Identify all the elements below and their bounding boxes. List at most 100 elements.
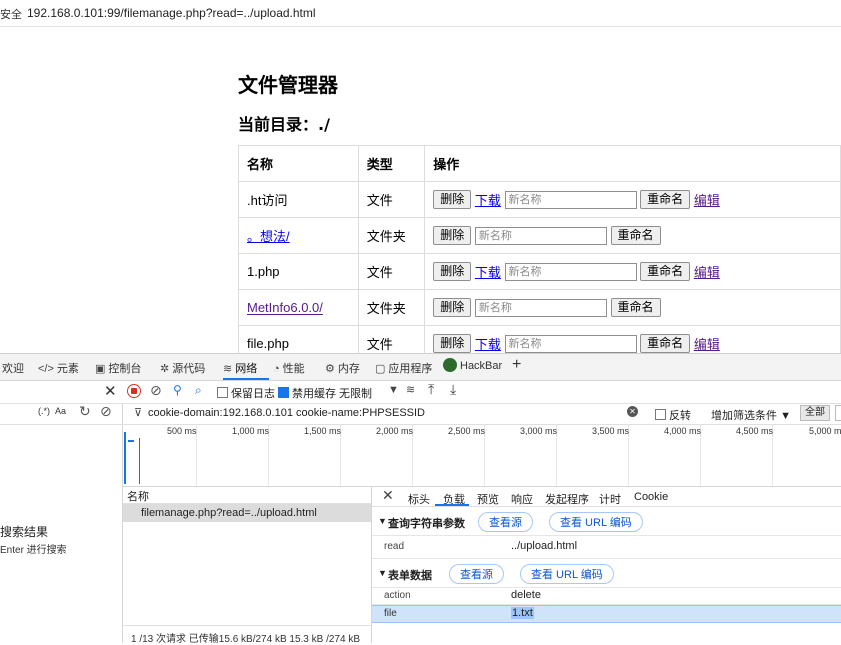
- clear-filter-icon[interactable]: ✕: [627, 406, 638, 417]
- tab-network[interactable]: ≋ 网络: [223, 360, 257, 376]
- address-bar[interactable]: 安全 192.168.0.101:99/filemanage.php?read=…: [0, 0, 841, 27]
- tab-sources[interactable]: ✲ 源代码: [160, 360, 205, 376]
- folder-link[interactable]: MetInfo6.0.0/: [247, 301, 323, 316]
- rename-button[interactable]: 重命名: [610, 298, 661, 317]
- folder-link[interactable]: 。想法/: [247, 229, 290, 244]
- download-link[interactable]: 下载: [475, 193, 501, 208]
- filter-icon[interactable]: ⚲: [173, 383, 182, 397]
- search-panel: (.*) Aa ↻ ⊘ 搜索结果 Enter 进行搜索: [0, 403, 123, 643]
- view-source-button[interactable]: 查看源: [449, 564, 504, 584]
- edit-link[interactable]: 编辑: [694, 193, 720, 208]
- disable-cache-checkbox[interactable]: 禁用缓存: [278, 385, 336, 401]
- detail-tab-timing[interactable]: 计时: [599, 491, 621, 507]
- request-name[interactable]: filemanage.php?read=../upload.html: [141, 507, 317, 519]
- bug-icon: ✲: [160, 363, 170, 375]
- rename-input[interactable]: 新名称: [504, 262, 637, 281]
- view-url-encoded-button[interactable]: 查看 URL 编码: [549, 512, 643, 532]
- timeline-label: 4,500 ms: [736, 426, 774, 436]
- devtools-panel: 欢迎 </> 元素 ▣ 控制台 ✲ 源代码 ≋ 网络 ◔ 性能 ⚙ 内存 ▢ 应用程序 Hac…: [0, 353, 841, 645]
- view-source-button[interactable]: 查看源: [478, 512, 533, 532]
- detail-tab-response[interactable]: 响应: [511, 491, 533, 507]
- gauge-icon: ◔: [273, 363, 280, 375]
- detail-tab-headers[interactable]: 标头: [408, 491, 430, 507]
- column-header-name: 名称: [238, 145, 359, 182]
- rename-button[interactable]: 重命名: [640, 334, 691, 353]
- chevron-down-icon[interactable]: ▼: [388, 384, 399, 396]
- invert-checkbox[interactable]: 反转: [655, 407, 691, 423]
- page-title: 文件管理器: [238, 73, 338, 97]
- collapse-icon[interactable]: ▼: [378, 568, 387, 578]
- timeline-label: 3,000 ms: [520, 426, 558, 436]
- table-row: .ht访问 文件 删除 下载 新名称 重命名 编辑: [238, 181, 841, 218]
- memory-icon: ⚙: [325, 363, 335, 375]
- delete-button[interactable]: 删除: [433, 190, 472, 209]
- delete-button[interactable]: 删除: [433, 226, 472, 245]
- url-text[interactable]: 192.168.0.101:99/filemanage.php?read=../…: [27, 6, 316, 20]
- tab-elements[interactable]: </> 元素: [38, 360, 79, 376]
- current-directory: 当前目录：./: [238, 115, 330, 134]
- file-type: 文件: [357, 325, 426, 353]
- tab-label: 内存: [337, 363, 360, 375]
- delete-button[interactable]: 删除: [433, 262, 472, 281]
- rename-input[interactable]: 新名称: [474, 298, 607, 317]
- rename-button[interactable]: 重命名: [640, 190, 691, 209]
- form-param-row-selected[interactable]: file 1.txt: [372, 605, 841, 623]
- devtools-tab-bar: 欢迎 </> 元素 ▣ 控制台 ✲ 源代码 ≋ 网络 ◔ 性能 ⚙ 内存 ▢ 应用程序 Hac…: [0, 354, 841, 381]
- view-url-encoded-button[interactable]: 查看 URL 编码: [520, 564, 614, 584]
- edit-link[interactable]: 编辑: [694, 337, 720, 352]
- filter-type-button[interactable]: [835, 405, 841, 421]
- detail-tab-cookie[interactable]: Cookie: [634, 491, 668, 503]
- add-tab-icon[interactable]: +: [512, 356, 521, 374]
- clear-icon[interactable]: ⊘: [150, 382, 162, 399]
- rename-input[interactable]: 新名称: [504, 334, 637, 353]
- rename-input[interactable]: 新名称: [504, 190, 637, 209]
- clear-search-icon[interactable]: ⊘: [100, 403, 112, 420]
- rename-button[interactable]: 重命名: [640, 262, 691, 281]
- detail-tab-initiator[interactable]: 发起程序: [545, 491, 589, 507]
- close-detail-icon[interactable]: ✕: [382, 487, 394, 504]
- request-row[interactable]: filemanage.php?read=../upload.html: [123, 504, 371, 522]
- all-filter-button[interactable]: 全部: [800, 405, 830, 421]
- edit-link[interactable]: 编辑: [694, 265, 720, 280]
- security-indicator[interactable]: 安全: [0, 6, 22, 22]
- file-type: 文件夹: [357, 217, 426, 254]
- upload-icon[interactable]: ⤒: [428, 381, 434, 398]
- preserve-log-checkbox[interactable]: 保留日志: [217, 385, 275, 401]
- filter-funnel-icon: ⊽: [134, 407, 143, 419]
- param-value[interactable]: 1.txt: [511, 607, 534, 619]
- tab-memory[interactable]: ⚙ 内存: [325, 360, 360, 376]
- download-link[interactable]: 下载: [475, 265, 501, 280]
- tab-console[interactable]: ▣ 控制台: [95, 360, 141, 376]
- tab-label: 应用程序: [388, 363, 433, 375]
- tab-application[interactable]: ▢ 应用程序: [375, 360, 432, 376]
- download-icon[interactable]: ⤓: [450, 381, 456, 398]
- tab-label: 源代码: [172, 363, 206, 375]
- close-search-icon[interactable]: ✕: [104, 382, 117, 400]
- table-header-row: 名称 类型 操作: [238, 145, 841, 182]
- rename-button[interactable]: 重命名: [610, 226, 661, 245]
- collapse-icon[interactable]: ▼: [378, 516, 387, 526]
- delete-button[interactable]: 删除: [433, 298, 472, 317]
- refresh-icon[interactable]: ↻: [79, 403, 91, 420]
- timeline-label: 1,000 ms: [232, 426, 270, 436]
- tab-performance[interactable]: ◔ 性能: [273, 360, 305, 376]
- download-link[interactable]: 下载: [475, 337, 501, 352]
- case-toggle[interactable]: Aa: [55, 406, 66, 416]
- network-conditions-icon[interactable]: ≋: [406, 383, 415, 396]
- regex-toggle[interactable]: (.*): [38, 406, 50, 416]
- disable-cache-label: 禁用缓存: [292, 388, 336, 400]
- tab-label: HackBar: [460, 360, 503, 372]
- form-section-title[interactable]: 表单数据: [388, 567, 432, 583]
- tab-hackbar[interactable]: HackBar: [443, 358, 502, 372]
- record-icon[interactable]: [127, 384, 141, 398]
- delete-button[interactable]: 删除: [433, 334, 472, 353]
- file-table: 名称 类型 操作 .ht访问 文件 删除 下载 新名称 重命名 编辑 。想法/ …: [238, 145, 841, 353]
- tab-welcome[interactable]: 欢迎: [2, 360, 24, 376]
- more-filters-dropdown[interactable]: 增加筛选条件 ▼: [711, 407, 791, 423]
- throttle-select[interactable]: 无限制: [339, 385, 372, 401]
- query-section-title[interactable]: 查询字符串参数: [388, 515, 465, 531]
- search-icon[interactable]: ⌕: [195, 383, 202, 398]
- rename-input[interactable]: 新名称: [474, 226, 607, 245]
- filter-input[interactable]: cookie-domain:192.168.0.101 cookie-name:…: [148, 407, 425, 419]
- detail-tab-preview[interactable]: 预览: [477, 491, 499, 507]
